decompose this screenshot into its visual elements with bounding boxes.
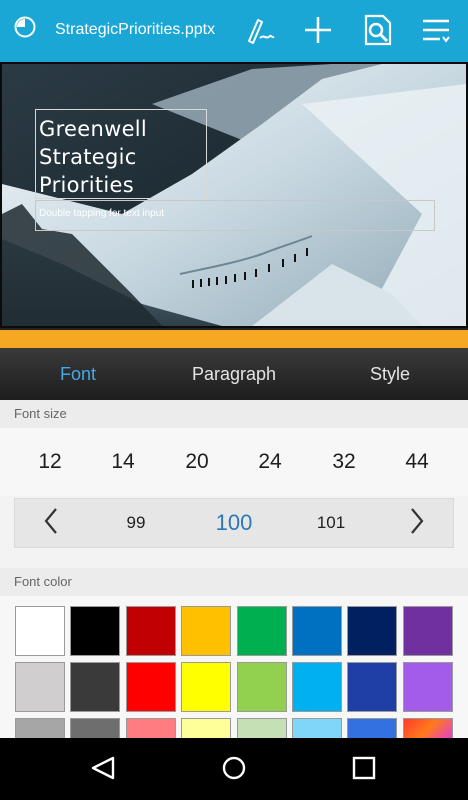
- plus-icon: [302, 14, 334, 51]
- color-swatch[interactable]: [236, 662, 287, 712]
- font-size-option[interactable]: 32: [316, 450, 372, 474]
- subtitle-placeholder: Double tapping for text input: [39, 208, 165, 219]
- back-button[interactable]: [85, 752, 121, 788]
- color-swatch[interactable]: [125, 606, 176, 656]
- color-swatch[interactable]: [402, 662, 453, 712]
- font-color-palette: [0, 596, 468, 738]
- font-size-stepper: 99 100 101: [14, 498, 454, 548]
- font-size-presets: 12 14 20 24 32 44: [0, 428, 468, 496]
- system-nav-bar: [0, 738, 468, 800]
- color-swatch[interactable]: [70, 662, 121, 712]
- font-size-option[interactable]: 24: [242, 450, 298, 474]
- color-swatch[interactable]: [402, 606, 453, 656]
- color-swatch[interactable]: [15, 662, 65, 712]
- color-swatch[interactable]: [347, 718, 398, 738]
- slide-title-line: Priorities: [39, 173, 135, 197]
- color-swatch[interactable]: [347, 662, 398, 712]
- color-swatch[interactable]: [181, 606, 232, 656]
- font-size-option[interactable]: 14: [95, 450, 151, 474]
- font-size-current-value[interactable]: 100: [204, 510, 264, 536]
- color-swatch[interactable]: [125, 718, 176, 738]
- increase-size-button[interactable]: [401, 507, 433, 539]
- slide-strip: [0, 328, 468, 348]
- app-bar: StrategicPriorities.pptx: [0, 0, 468, 62]
- slide-canvas: Greenwell Strategic Priorities Double ta…: [0, 62, 468, 328]
- recents-icon: [351, 755, 377, 786]
- home-icon: [220, 754, 248, 787]
- pen-icon: [244, 14, 276, 51]
- tab-paragraph[interactable]: Paragraph: [156, 348, 312, 400]
- pen-button[interactable]: [240, 12, 280, 52]
- color-swatch[interactable]: [70, 718, 121, 738]
- font-size-prev-value[interactable]: 99: [106, 513, 166, 533]
- back-icon: [89, 754, 117, 787]
- chevron-right-icon: [409, 507, 425, 540]
- color-swatch[interactable]: [181, 662, 232, 712]
- font-size-option[interactable]: 20: [169, 450, 225, 474]
- color-swatch[interactable]: [236, 718, 287, 738]
- app-logo-icon[interactable]: [14, 16, 36, 38]
- add-button[interactable]: [298, 12, 338, 52]
- color-swatch[interactable]: [181, 718, 232, 738]
- color-swatch[interactable]: [125, 662, 176, 712]
- slide-title-line: Strategic: [39, 145, 137, 169]
- home-button[interactable]: [216, 752, 252, 788]
- slide-title-line: Greenwell: [39, 117, 148, 141]
- find-replace-icon: [363, 14, 393, 51]
- font-size-label: Font size: [0, 400, 468, 428]
- menu-icon: [420, 15, 452, 50]
- slide-title-textbox[interactable]: Greenwell Strategic Priorities: [35, 109, 207, 199]
- decrease-size-button[interactable]: [35, 507, 67, 539]
- color-swatch[interactable]: [292, 606, 342, 656]
- recents-button[interactable]: [346, 752, 382, 788]
- tab-style[interactable]: Style: [312, 348, 468, 400]
- font-color-label: Font color: [0, 568, 468, 596]
- tab-font[interactable]: Font: [0, 348, 156, 400]
- chevron-left-icon: [43, 507, 59, 540]
- color-swatch[interactable]: [70, 606, 121, 656]
- document-title: StrategicPriorities.pptx: [55, 21, 216, 38]
- color-swatch[interactable]: [292, 662, 342, 712]
- slide-subtitle-textbox[interactable]: Double tapping for text input: [35, 200, 435, 231]
- font-size-option[interactable]: 12: [22, 450, 78, 474]
- slide-1[interactable]: Greenwell Strategic Priorities Double ta…: [2, 64, 466, 326]
- color-swatch[interactable]: [236, 606, 287, 656]
- color-swatch[interactable]: [15, 718, 65, 738]
- font-size-option[interactable]: 44: [389, 450, 445, 474]
- menu-button[interactable]: [416, 12, 456, 52]
- find-replace-button[interactable]: [358, 12, 398, 52]
- color-swatch[interactable]: [402, 718, 453, 738]
- color-swatch[interactable]: [347, 606, 398, 656]
- color-swatch[interactable]: [292, 718, 342, 738]
- font-size-next-value[interactable]: 101: [301, 513, 361, 533]
- color-swatch[interactable]: [15, 606, 65, 656]
- format-tabs: Font Paragraph Style: [0, 348, 468, 400]
